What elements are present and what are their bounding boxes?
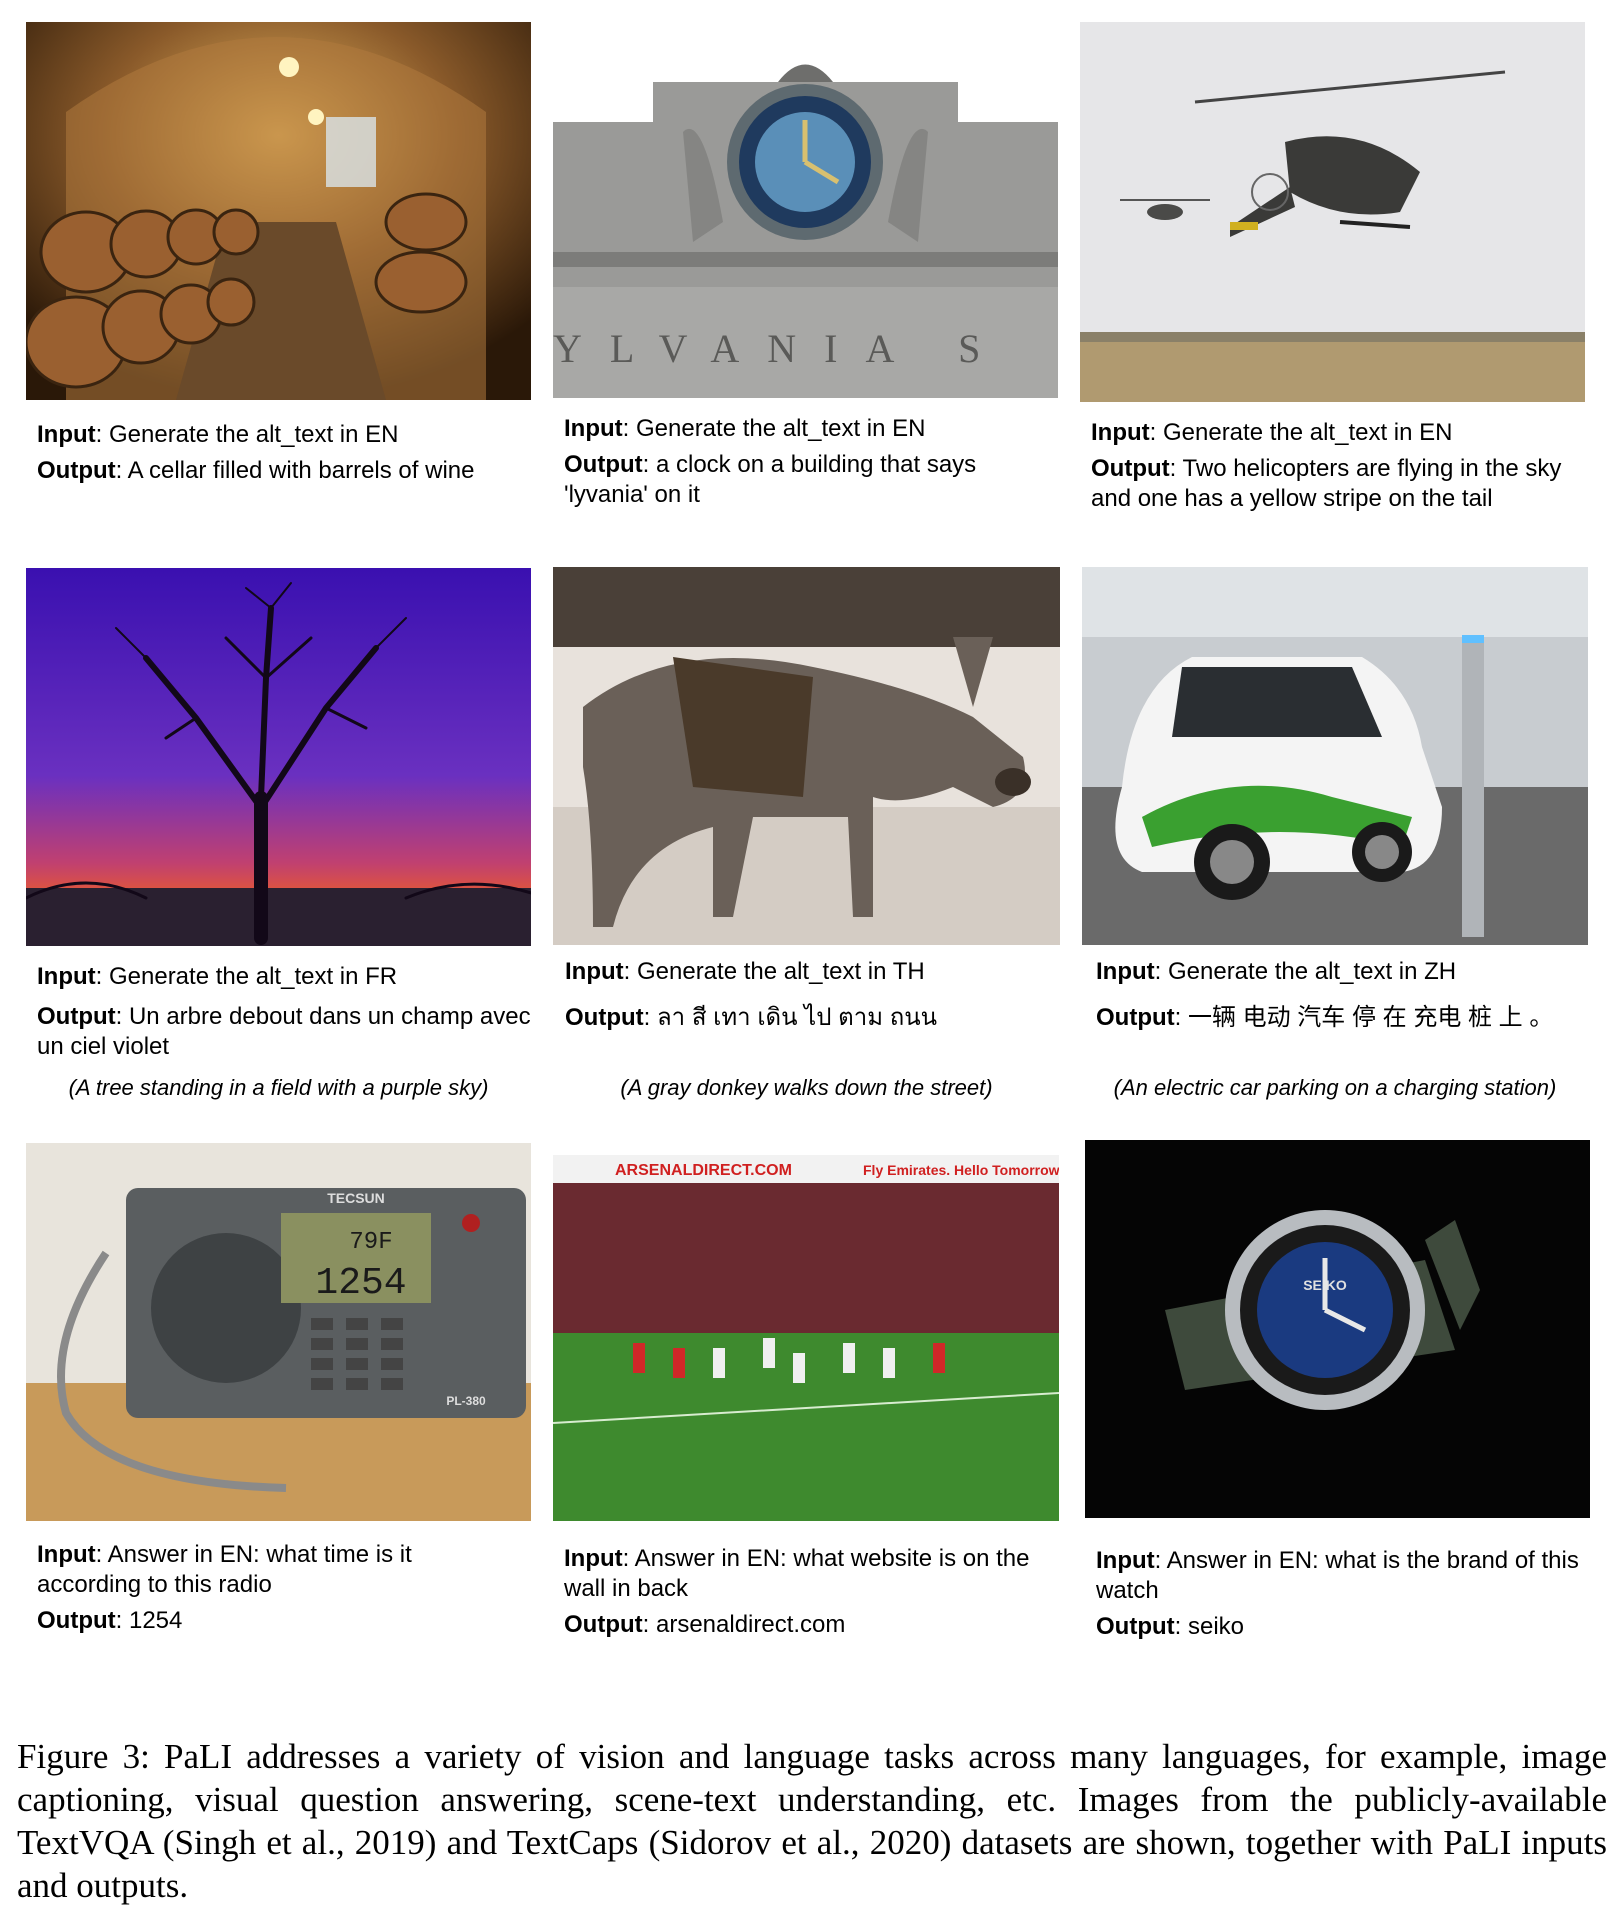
input-label: Input (565, 958, 624, 985)
radio-model: PL-380 (446, 1394, 486, 1408)
radio-display-time: 1254 (315, 1262, 406, 1305)
caption-car: Input: Generate the alt_text in ZH Outpu… (1096, 957, 1596, 1033)
clock-building-inscription: YLVANIA S (553, 326, 1008, 371)
figure-caption: Figure 3: PaLI addresses a variety of vi… (17, 1737, 1607, 1905)
caption-donkey: Input: Generate the alt_text in TH Outpu… (565, 957, 1065, 1033)
caption-helicopter: Input: Generate the alt_text in EN Outpu… (1091, 418, 1591, 514)
translation-tree: (A tree standing in a field with a purpl… (68, 1075, 489, 1100)
input-text: : Generate the alt_text in EN (622, 415, 926, 442)
input-text: : Generate the alt_text in FR (95, 963, 398, 990)
input-text: : Answer in EN: what is the brand of thi… (1096, 1547, 1579, 1604)
output-label: Output (564, 451, 643, 478)
translation-donkey: (A gray donkey walks down the street) (620, 1075, 993, 1100)
output-text: : 1254 (115, 1607, 183, 1634)
output-text: : A cellar filled with barrels of wine (115, 457, 475, 484)
output-label: Output (1096, 1613, 1175, 1640)
input-label: Input (564, 415, 623, 442)
caption-watch: Input: Answer in EN: what is the brand o… (1096, 1546, 1616, 1642)
caption-soccer: Input: Answer in EN: what website is on … (564, 1544, 1034, 1640)
output-text: : arsenaldirect.com (642, 1611, 846, 1638)
input-text: : Generate the alt_text in EN (1149, 419, 1453, 446)
output-text: : ลา สี เทา เดิน ไป ตาม ถนน (643, 1004, 938, 1031)
input-label: Input (564, 1545, 623, 1572)
input-text: : Generate the alt_text in EN (95, 421, 399, 448)
donkey-photo (553, 567, 1060, 945)
output-label: Output (37, 457, 116, 484)
helicopters-photo (1080, 22, 1585, 402)
tree-sunset-photo (26, 568, 531, 946)
input-label: Input (37, 421, 96, 448)
output-text: : 一辆 电动 汽车 停 在 充电 桩 上 。 (1174, 1004, 1554, 1031)
input-label: Input (37, 963, 96, 990)
input-label: Input (1096, 1547, 1155, 1574)
translation-car: (An electric car parking on a charging s… (1113, 1075, 1557, 1100)
caption-tree: Input: Generate the alt_text in FR Outpu… (37, 962, 537, 1062)
radio-display-upper: 79F (349, 1229, 392, 1256)
caption-clock: Input: Generate the alt_text in EN Outpu… (564, 414, 1044, 510)
input-text: : Generate the alt_text in ZH (1154, 958, 1457, 985)
input-label: Input (1096, 958, 1155, 985)
soccer-board-website: ARSENALDIRECT.COM (615, 1162, 792, 1179)
caption-radio: Input: Answer in EN: what time is it acc… (37, 1540, 457, 1636)
input-label: Input (37, 1541, 96, 1568)
input-text: : Answer in EN: what website is on the w… (564, 1545, 1030, 1602)
building-clock-photo: YLVANIA S (553, 22, 1058, 398)
input-text: : Generate the alt_text in TH (623, 958, 925, 985)
radio-photo: TECSUN 79F 1254 PL-380 (26, 1143, 531, 1521)
output-label: Output (1091, 455, 1170, 482)
output-text: : seiko (1174, 1613, 1245, 1640)
output-label: Output (565, 1004, 644, 1031)
output-label: Output (1096, 1004, 1175, 1031)
electric-car-photo (1082, 567, 1588, 945)
wine-cellar-photo (26, 22, 531, 400)
soccer-match-photo: ARSENALDIRECT.COM Fly Emirates. Hello To… (553, 1143, 1059, 1521)
caption-cellar: Input: Generate the alt_text in EN Outpu… (37, 420, 537, 486)
output-label: Output (37, 1003, 116, 1030)
soccer-board-sponsor: Fly Emirates. Hello Tomorrow (863, 1162, 1059, 1178)
radio-brand: TECSUN (327, 1190, 385, 1206)
watch-photo: SEIKO (1085, 1140, 1590, 1518)
output-label: Output (564, 1611, 643, 1638)
output-label: Output (37, 1607, 116, 1634)
input-label: Input (1091, 419, 1150, 446)
